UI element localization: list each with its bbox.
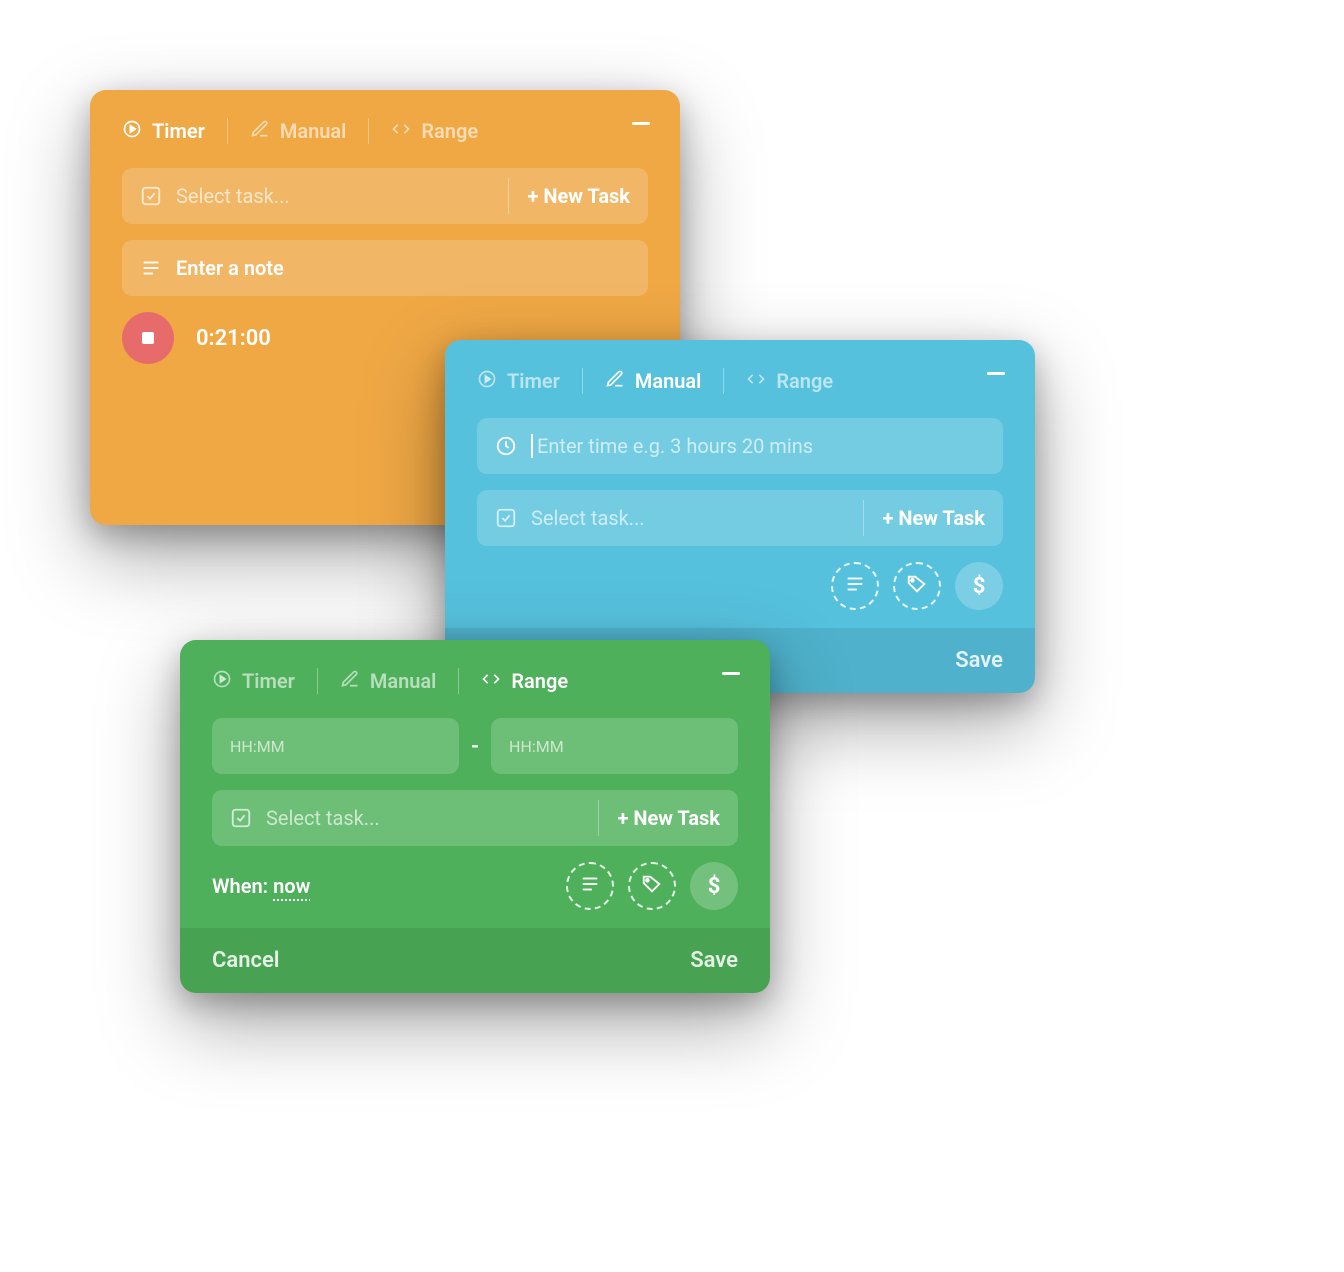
note-lines-icon: [140, 257, 162, 279]
note-lines-icon: [579, 873, 601, 899]
tab-separator: [723, 368, 724, 394]
tab-range[interactable]: Range: [481, 669, 568, 694]
minimize-button[interactable]: [632, 122, 650, 125]
select-task-field[interactable]: Select task... + New Task: [477, 490, 1003, 546]
tab-separator: [227, 118, 228, 144]
tab-manual[interactable]: Manual: [605, 369, 702, 394]
field-separator: [863, 500, 864, 536]
tabs: Timer Manual Range: [122, 118, 648, 144]
check-square-icon: [495, 507, 517, 529]
minimize-button[interactable]: [987, 372, 1005, 375]
field-separator: [598, 800, 599, 836]
note-field[interactable]: Enter a note: [122, 240, 648, 296]
icon-buttons: $: [831, 562, 1003, 610]
timer-value: 0:21:00: [196, 326, 271, 351]
action-row: When: now $: [212, 862, 738, 910]
tab-separator: [458, 668, 459, 694]
tab-label: Timer: [152, 119, 205, 143]
tab-timer[interactable]: Timer: [477, 369, 560, 394]
select-task-placeholder: Select task...: [531, 506, 845, 530]
play-circle-icon: [122, 119, 142, 144]
edit-icon: [250, 119, 270, 144]
time-placeholder: Enter time e.g. 3 hours 20 mins: [537, 434, 985, 458]
clock-icon: [495, 435, 517, 457]
when-label: When:: [212, 874, 273, 898]
start-time-field[interactable]: HH:MM: [212, 718, 459, 774]
tab-label: Range: [511, 669, 568, 693]
dollar-icon: $: [973, 574, 986, 599]
select-task-placeholder: Select task...: [266, 806, 580, 830]
tabs: Timer Manual Range: [477, 368, 1003, 394]
range-icon: [481, 669, 501, 694]
tab-separator: [317, 668, 318, 694]
billable-button[interactable]: $: [690, 862, 738, 910]
card-footer: Cancel Save: [180, 928, 770, 993]
check-square-icon: [230, 807, 252, 829]
select-task-field[interactable]: Select task... + New Task: [122, 168, 648, 224]
tab-range[interactable]: Range: [746, 369, 833, 394]
note-lines-icon: [844, 573, 866, 599]
note-button[interactable]: [566, 862, 614, 910]
edit-icon: [340, 669, 360, 694]
icon-buttons: $: [566, 862, 738, 910]
range-dash: -: [471, 734, 479, 759]
tab-label: Manual: [635, 369, 702, 393]
tab-label: Timer: [507, 369, 560, 393]
tab-manual[interactable]: Manual: [340, 669, 437, 694]
tab-separator: [368, 118, 369, 144]
billable-button[interactable]: $: [955, 562, 1003, 610]
save-button[interactable]: Save: [955, 648, 1003, 673]
when-selector[interactable]: When: now: [212, 874, 310, 898]
check-square-icon: [140, 185, 162, 207]
stop-icon: [142, 332, 154, 344]
tab-label: Manual: [280, 119, 347, 143]
dollar-icon: $: [708, 874, 721, 899]
new-task-button[interactable]: + New Task: [617, 806, 720, 830]
range-icon: [391, 119, 411, 144]
cancel-button[interactable]: Cancel: [212, 948, 280, 973]
tag-icon: [641, 873, 663, 899]
tab-timer[interactable]: Timer: [212, 669, 295, 694]
tab-label: Manual: [370, 669, 437, 693]
tag-button[interactable]: [893, 562, 941, 610]
select-task-field[interactable]: Select task... + New Task: [212, 790, 738, 846]
play-circle-icon: [477, 369, 497, 394]
minimize-button[interactable]: [722, 672, 740, 675]
tab-label: Range: [776, 369, 833, 393]
edit-icon: [605, 369, 625, 394]
tab-label: Timer: [242, 669, 295, 693]
tag-button[interactable]: [628, 862, 676, 910]
tab-timer[interactable]: Timer: [122, 119, 205, 144]
new-task-button[interactable]: + New Task: [882, 506, 985, 530]
start-placeholder: HH:MM: [230, 737, 441, 756]
time-input-field[interactable]: Enter time e.g. 3 hours 20 mins: [477, 418, 1003, 474]
end-time-field[interactable]: HH:MM: [491, 718, 738, 774]
note-placeholder: Enter a note: [176, 256, 630, 280]
tabs: Timer Manual Range: [212, 668, 738, 694]
end-placeholder: HH:MM: [509, 737, 720, 756]
field-separator: [508, 178, 509, 214]
tab-separator: [582, 368, 583, 394]
note-button[interactable]: [831, 562, 879, 610]
save-button[interactable]: Save: [690, 948, 738, 973]
new-task-button[interactable]: + New Task: [527, 184, 630, 208]
range-card: Timer Manual Range HH:MM - HH:MM Select …: [180, 640, 770, 993]
action-row: $: [477, 562, 1003, 610]
tag-icon: [906, 573, 928, 599]
time-range-row: HH:MM - HH:MM: [212, 718, 738, 774]
select-task-placeholder: Select task...: [176, 184, 490, 208]
when-value: now: [273, 874, 310, 898]
tab-range[interactable]: Range: [391, 119, 478, 144]
text-cursor: [531, 434, 533, 458]
play-circle-icon: [212, 669, 232, 694]
tab-label: Range: [421, 119, 478, 143]
range-icon: [746, 369, 766, 394]
tab-manual[interactable]: Manual: [250, 119, 347, 144]
stop-button[interactable]: [122, 312, 174, 364]
